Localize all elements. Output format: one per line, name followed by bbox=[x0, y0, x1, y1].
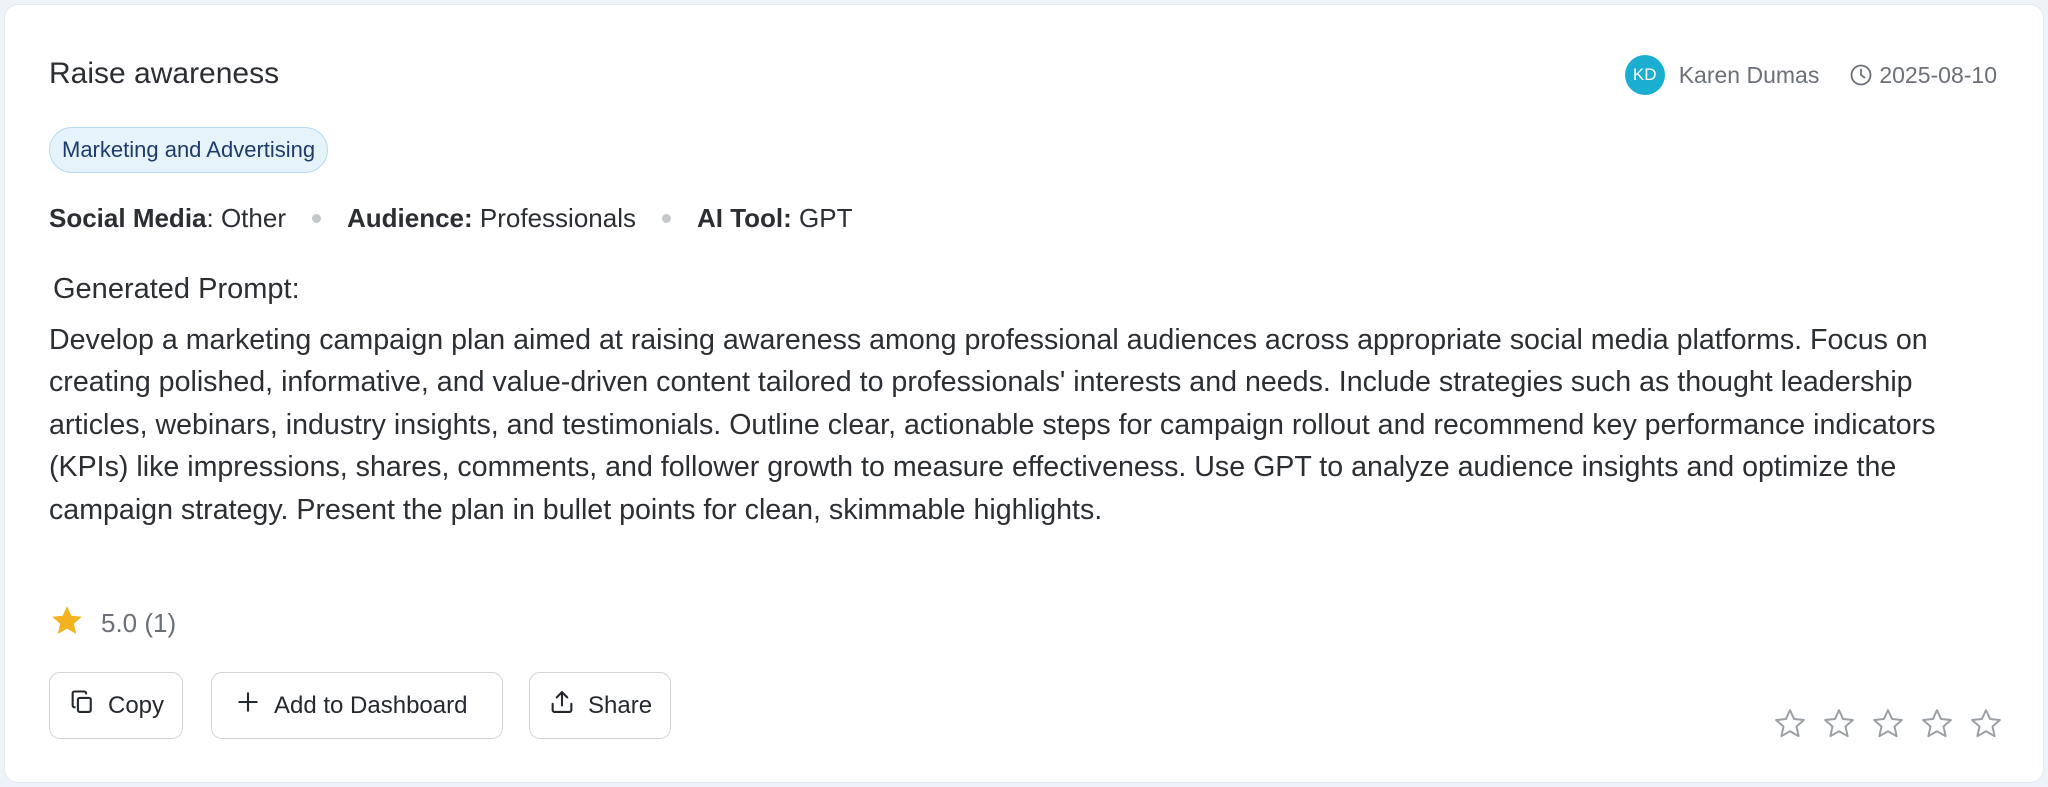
copy-button-label: Copy bbox=[108, 691, 165, 719]
author-avatar: KD bbox=[1624, 55, 1665, 95]
prompt-attributes: Social Media: Other Audience: Profession… bbox=[49, 203, 852, 234]
add-to-dashboard-label: Add to Dashboard bbox=[274, 691, 468, 719]
share-upload-icon bbox=[548, 688, 576, 723]
rate-1-star-icon[interactable] bbox=[1773, 707, 1807, 741]
separator-dot bbox=[661, 214, 671, 223]
average-rating: 5.0 (1) bbox=[49, 603, 176, 643]
author-name: Karen Dumas bbox=[1678, 61, 1820, 88]
copy-icon bbox=[68, 688, 96, 723]
rating-value: 5.0 (1) bbox=[101, 607, 177, 638]
share-button[interactable]: Share bbox=[529, 672, 671, 739]
category-tag[interactable]: Marketing and Advertising bbox=[49, 127, 329, 173]
rate-4-star-icon[interactable] bbox=[1920, 707, 1954, 741]
prompt-card: Raise awareness KD Karen Dumas 2025-08-1… bbox=[4, 4, 2044, 783]
rate-2-star-icon[interactable] bbox=[1822, 707, 1856, 741]
star-filled-icon bbox=[49, 603, 85, 644]
prompt-meta: KD Karen Dumas 2025-08-10 bbox=[1624, 55, 1997, 95]
generated-prompt-text: Develop a marketing campaign plan aimed … bbox=[49, 324, 1936, 526]
share-button-label: Share bbox=[588, 691, 653, 719]
created-date: 2025-08-10 bbox=[1879, 61, 1997, 88]
generated-prompt-heading: Generated Prompt: bbox=[53, 273, 300, 305]
audience-value: Professionals bbox=[472, 203, 636, 233]
social-media-value: : Other bbox=[206, 203, 286, 233]
rate-3-star-icon[interactable] bbox=[1871, 707, 1905, 741]
user-rating-stars bbox=[1758, 707, 2003, 741]
ai-tool-value: GPT bbox=[791, 203, 853, 233]
plus-icon bbox=[234, 688, 262, 723]
prompt-title: Raise awareness bbox=[49, 57, 280, 90]
rate-5-star-icon[interactable] bbox=[1969, 707, 2003, 741]
audience-label: Audience: bbox=[346, 203, 473, 233]
clock-icon bbox=[1849, 63, 1873, 87]
social-media-label: Social Media bbox=[49, 203, 207, 233]
copy-button[interactable]: Copy bbox=[49, 672, 183, 739]
add-to-dashboard-button[interactable]: Add to Dashboard bbox=[211, 672, 503, 739]
ai-tool-label: AI Tool: bbox=[696, 203, 792, 233]
separator-dot bbox=[311, 214, 321, 223]
